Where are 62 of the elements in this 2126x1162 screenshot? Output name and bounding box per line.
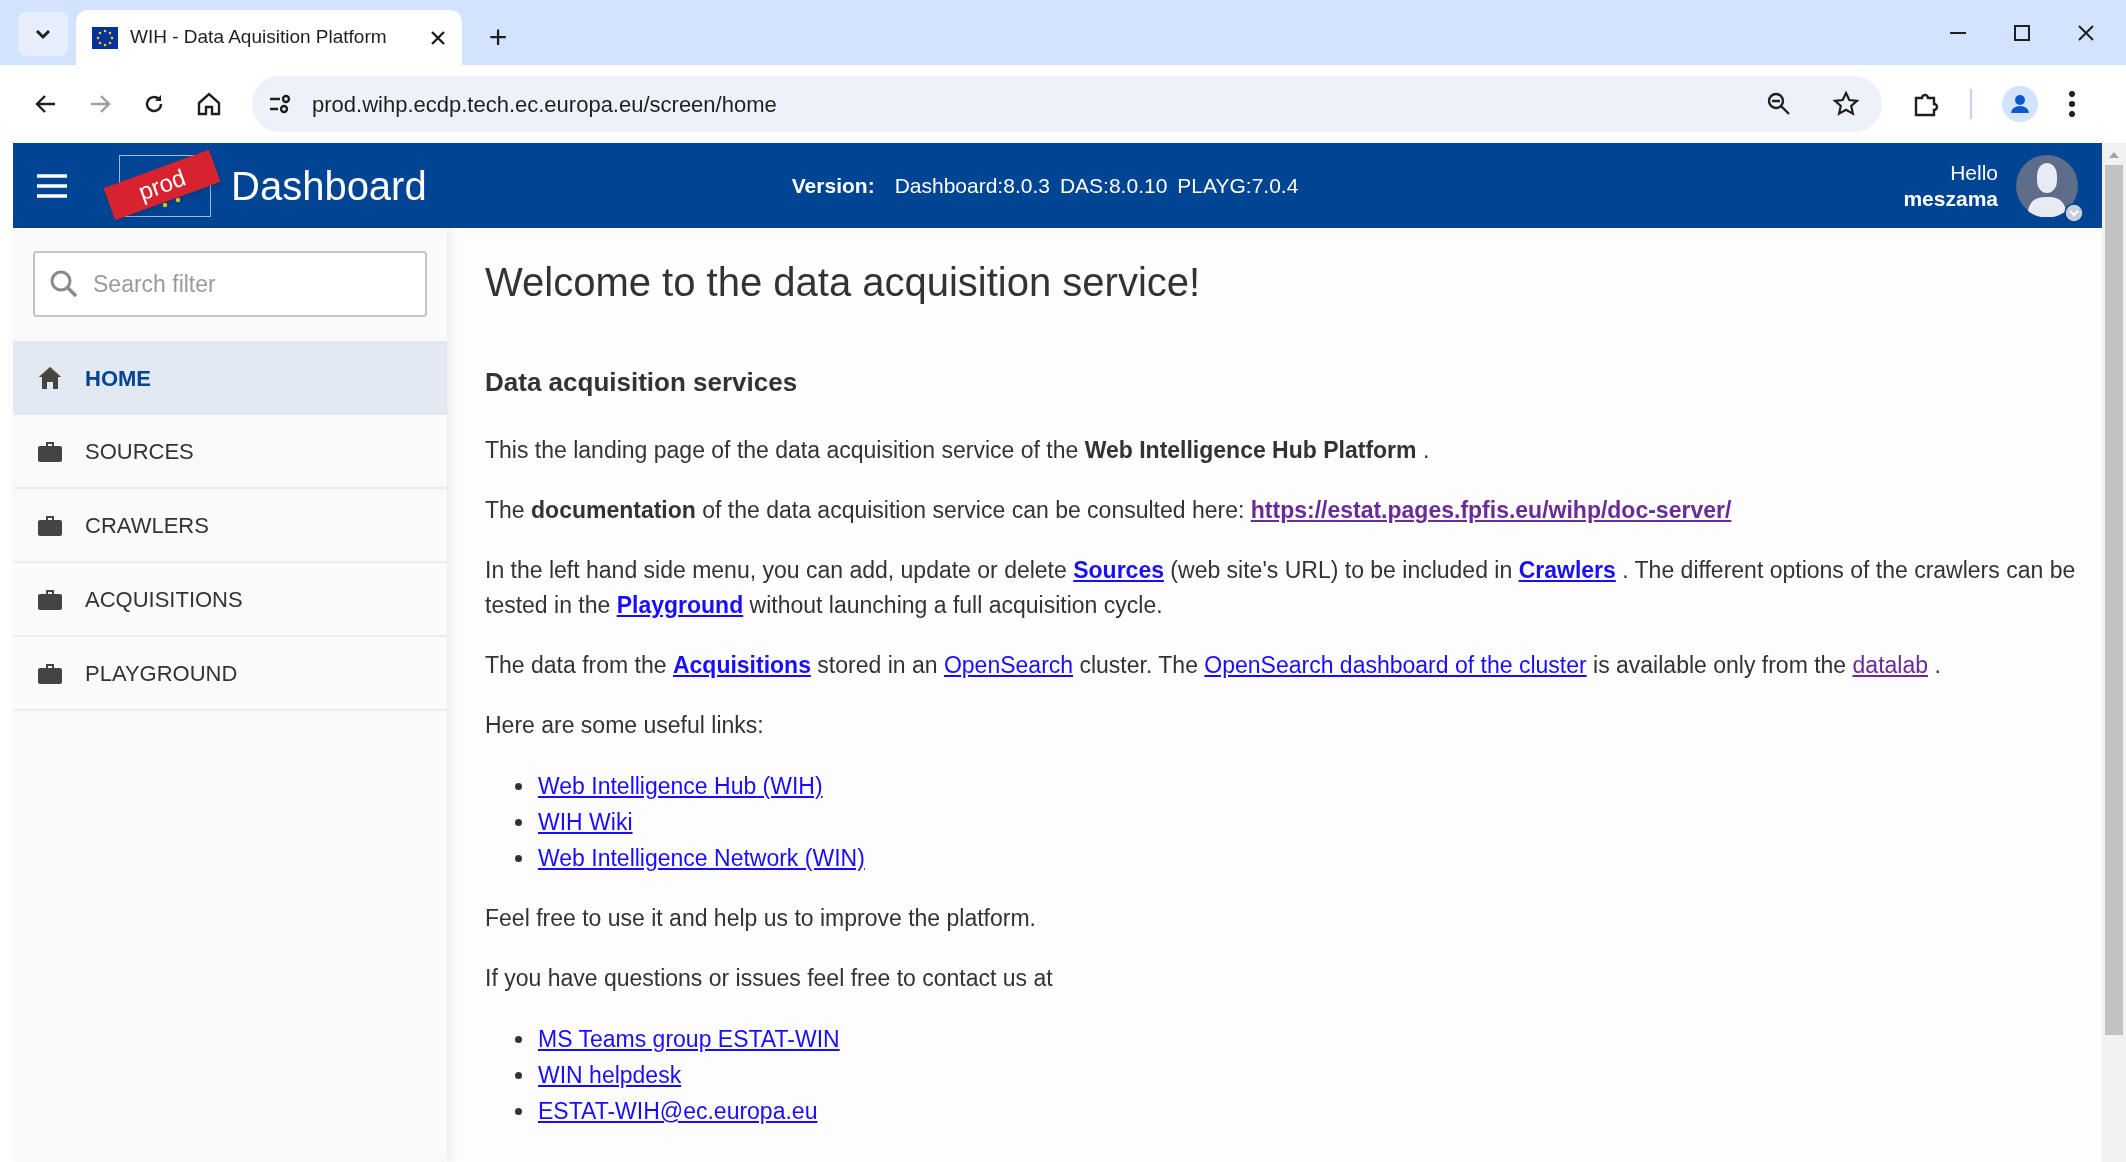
- paragraph-text: Here are some useful links:: [485, 711, 765, 740]
- search-field[interactable]: Search filter: [33, 251, 427, 317]
- version-text: DAS:8.0.10: [1059, 172, 1168, 199]
- star-icon[interactable]: [1832, 90, 1860, 118]
- tab-title: WIH - Data Aquisition Platform: [130, 25, 388, 50]
- text-link[interactable]: datalab: [1852, 652, 1928, 678]
- text-link[interactable]: OpenSearch: [943, 652, 1074, 678]
- house-icon: [37, 365, 63, 391]
- tab-list-button[interactable]: [18, 12, 68, 56]
- profile-icon[interactable]: [2002, 86, 2038, 122]
- person-icon: [2016, 154, 2078, 217]
- version-text: Dashboard:8.0.3: [894, 172, 1050, 199]
- maximize-icon[interactable]: [2012, 22, 2032, 43]
- bullet-icon: [515, 1071, 522, 1079]
- app-title: Dashboard: [231, 162, 427, 210]
- section-heading: Data acquisition services: [485, 366, 799, 399]
- greeting-text: Hello: [1950, 159, 1998, 186]
- paragraph-text: Feel free to use it and help us to improve the platform.: [485, 904, 1037, 933]
- environment-badge: prod: [103, 149, 221, 220]
- bullet-icon: [515, 854, 522, 862]
- bullet-icon: [515, 1107, 522, 1115]
- user-name: meszama: [1903, 185, 1998, 212]
- paragraph-text: The documentation of the data acquisition service can be consulted here: https://estat.pages.fpfis.eu/wihp/doc-server/: [485, 496, 1733, 525]
- bullet-icon: [515, 1035, 522, 1043]
- menu-icon[interactable]: [35, 171, 69, 200]
- text-link[interactable]: ESTAT-WIH@ec.europa.eu: [538, 1093, 818, 1129]
- zoom-icon[interactable]: [1766, 91, 1792, 117]
- bullet-icon: [515, 782, 522, 790]
- chevron-down-icon: [34, 28, 52, 40]
- nav-item[interactable]: HOME: [13, 341, 447, 415]
- scrollbar[interactable]: [2102, 143, 2126, 1162]
- paragraph-text: In the left hand side menu, you can add, update or delete Sources (web site's URL) to be included in Crawlers . The different options of the crawlers can be tested in the Playground without launching a full acquisition cycle.: [485, 556, 2077, 620]
- text-link[interactable]: MS Teams group ESTAT-WIN: [538, 1021, 840, 1057]
- version-text: PLAYG:7.0.4: [1177, 172, 1299, 199]
- paragraph-text: The data from the Acquisitions stored in an OpenSearch cluster. The OpenSearch dashboard of the cluster is available only from the datalab .: [485, 651, 1942, 680]
- text-link[interactable]: https://estat.pages.fpfis.eu/wihp/doc-server/: [1250, 497, 1732, 523]
- text-link[interactable]: Playground: [616, 592, 744, 618]
- url-text: prod.wihp.ecdp.tech.ec.europa.eu/screen/home: [312, 90, 778, 119]
- paragraph-text: This the landing page of the data acquisition service of the Web Intelligence Hub Platform .: [485, 436, 1431, 465]
- address-bar[interactable]: prod.wihp.ecdp.tech.ec.europa.eu/screen/home: [252, 76, 1882, 132]
- paragraph-text: If you have questions or issues feel free to contact us at: [485, 964, 1054, 993]
- text-link[interactable]: Crawlers: [1518, 557, 1616, 583]
- text-link[interactable]: Sources: [1073, 557, 1164, 583]
- close-tab-icon[interactable]: [430, 29, 446, 46]
- menu-icon[interactable]: [2068, 90, 2076, 118]
- flag-icon: [92, 26, 118, 49]
- browser-tab[interactable]: WIH - Data Aquisition Platform: [76, 10, 462, 65]
- home-icon[interactable]: [196, 91, 222, 117]
- dropdown-icon[interactable]: [2064, 202, 2084, 223]
- new-tab-button[interactable]: +: [478, 17, 518, 57]
- text-link[interactable]: Acquisitions: [672, 652, 811, 678]
- text-link[interactable]: WIH Wiki: [538, 804, 633, 840]
- text-link[interactable]: WIN helpdesk: [538, 1057, 682, 1093]
- text-link[interactable]: Web Intelligence Hub (WIH): [538, 768, 823, 804]
- page-title: Welcome to the data acquisition service!: [485, 259, 1202, 306]
- version-label: Version:: [791, 172, 875, 199]
- bullet-icon: [515, 818, 522, 826]
- search-icon: [49, 269, 79, 299]
- close-window-icon[interactable]: [2076, 22, 2096, 43]
- text-link[interactable]: Web Intelligence Network (WIN): [538, 840, 865, 876]
- scrollbar-thumb[interactable]: [2105, 165, 2123, 1035]
- text-link[interactable]: OpenSearch dashboard of the cluster: [1204, 652, 1587, 678]
